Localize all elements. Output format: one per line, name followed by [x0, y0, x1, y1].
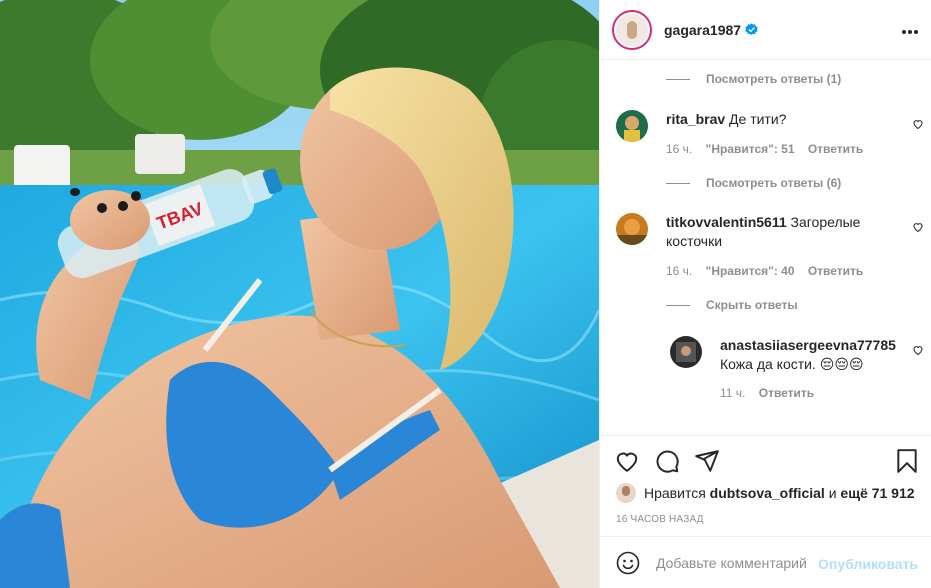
post-header: gagara1987: [600, 0, 931, 60]
hide-replies-button[interactable]: Скрыть ответы: [666, 297, 798, 313]
add-comment-bar: Опубликовать: [600, 536, 931, 588]
reply-button[interactable]: Ответить: [808, 264, 863, 278]
bookmark-icon[interactable]: [894, 448, 920, 474]
verified-badge-icon: [745, 22, 758, 35]
view-replies-button[interactable]: Посмотреть ответы (6): [666, 175, 841, 191]
reply-button[interactable]: Ответить: [759, 386, 814, 400]
replies-divider: [666, 182, 690, 184]
view-replies-label: Посмотреть ответы (6): [706, 176, 842, 190]
comment-text: Де тити?: [729, 111, 787, 127]
publish-button[interactable]: Опубликовать: [818, 556, 918, 572]
comment-meta: 16 ч. "Нравится": 51 Ответить: [666, 142, 873, 156]
author-username-text[interactable]: gagara1987: [664, 22, 741, 38]
comments-list[interactable]: Посмотреть ответы (1) rita_brav Де тити?…: [600, 61, 931, 435]
share-icon[interactable]: [694, 448, 720, 474]
hide-replies-label: Скрыть ответы: [706, 298, 798, 312]
comment-likes[interactable]: "Нравится": 51: [706, 142, 795, 156]
post-timestamp[interactable]: 16 ЧАСОВ НАЗАД: [616, 514, 704, 525]
heart-icon[interactable]: [614, 448, 640, 474]
comment-body: titkovvalentin5611 Загорелые косточки: [666, 213, 906, 251]
view-replies-label: Посмотреть ответы (1): [706, 72, 842, 86]
reply-body: anastasiiasergeevna77785 Кожа да кости. …: [720, 336, 904, 374]
author-avatar[interactable]: [612, 9, 652, 50]
comment-username[interactable]: titkovvalentin5611: [666, 214, 787, 230]
liker-avatar: [616, 483, 636, 503]
comment-time[interactable]: 16 ч.: [666, 142, 692, 156]
likes-prefix: Нравится: [644, 485, 706, 501]
replies-divider: [666, 78, 690, 80]
post-panel: gagara1987 Посмотреть ответы (1) rita_br…: [599, 0, 931, 588]
reply-time[interactable]: 11 ч.: [720, 386, 745, 400]
reply-text: Кожа да кости. 😔😔😔: [720, 356, 864, 372]
comment-icon[interactable]: [654, 448, 680, 474]
comment-avatar[interactable]: [616, 213, 648, 245]
likes-summary[interactable]: Нравится dubtsova_official и ещё 71 912: [616, 483, 915, 503]
author-avatar-image: [616, 13, 648, 46]
post-actions: Нравится dubtsova_official и ещё 71 912 …: [600, 435, 931, 535]
more-horizontal-icon: [902, 30, 918, 34]
reply-button[interactable]: Ответить: [808, 142, 863, 156]
likes-count[interactable]: ещё 71 912: [840, 485, 914, 501]
replies-divider: [666, 304, 690, 306]
comment-body: rita_brav Де тити?: [666, 110, 906, 129]
comment-likes[interactable]: "Нравится": 40: [706, 264, 795, 278]
comment-avatar[interactable]: [616, 110, 648, 142]
view-replies-button[interactable]: Посмотреть ответы (1): [666, 71, 841, 87]
photo-illustration: TBAV: [0, 0, 599, 588]
comment-input[interactable]: [656, 554, 806, 571]
heart-icon[interactable]: [912, 344, 924, 356]
heart-icon[interactable]: [912, 118, 924, 130]
avatar-image: [616, 213, 648, 245]
comment-time[interactable]: 16 ч.: [666, 264, 692, 278]
reply-avatar[interactable]: [670, 336, 702, 368]
liker-username[interactable]: dubtsova_official: [710, 485, 825, 501]
heart-icon[interactable]: [912, 221, 924, 233]
comment-meta: 16 ч. "Нравится": 40 Ответить: [666, 264, 873, 278]
likes-and: и: [828, 485, 837, 501]
author-username[interactable]: gagara1987: [664, 22, 758, 38]
more-options-button[interactable]: [902, 18, 918, 39]
smiley-icon[interactable]: [616, 551, 640, 575]
reply-meta: 11 ч. Ответить: [720, 386, 824, 400]
reply-username[interactable]: anastasiiasergeevna77785: [720, 337, 896, 353]
comment-username[interactable]: rita_brav: [666, 111, 725, 127]
avatar-image: [670, 336, 702, 368]
avatar-image: [616, 110, 648, 142]
post-photo[interactable]: TBAV: [0, 0, 599, 588]
